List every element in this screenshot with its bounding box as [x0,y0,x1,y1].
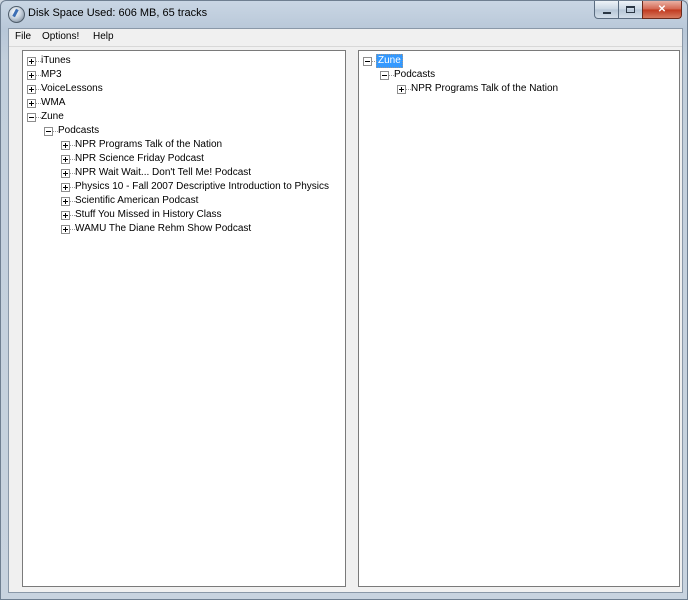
tree-node-label[interactable]: Zune [40,111,65,123]
tree-node-label[interactable]: Physics 10 - Fall 2007 Descriptive Intro… [74,181,330,193]
collapse-minus-icon[interactable] [363,57,372,66]
tree-node-label[interactable]: Podcasts [393,69,436,81]
collapse-minus-icon[interactable] [44,127,53,136]
collapse-minus-icon[interactable] [380,71,389,80]
minimize-icon [602,11,611,14]
expand-plus-icon[interactable] [61,169,70,178]
menu-help[interactable]: Help [93,31,114,42]
client-area: File Options! Help iTunes MP3 VoiceLesso… [8,28,683,593]
minimize-button[interactable] [594,1,619,19]
maximize-button[interactable] [618,1,643,19]
tree-node-label[interactable]: Stuff You Missed in History Class [74,209,223,221]
title-bar[interactable]: Disk Space Used: 606 MB, 65 tracks ✕ [1,1,687,27]
expand-plus-icon[interactable] [61,197,70,206]
left-tree-view[interactable]: iTunes MP3 VoiceLessons WMA Zune Podcast… [22,50,346,587]
tree-node-label[interactable]: NPR Programs Talk of the Nation [74,139,223,151]
expand-plus-icon[interactable] [397,85,406,94]
expand-plus-icon[interactable] [61,211,70,220]
tree-node-label[interactable]: Scientific American Podcast [74,195,199,207]
tree-node-label[interactable]: WAMU The Diane Rehm Show Podcast [74,223,252,235]
menu-bar: File Options! Help [9,29,682,47]
tree-node-label[interactable]: NPR Wait Wait... Don't Tell Me! Podcast [74,167,252,179]
app-window: Disk Space Used: 606 MB, 65 tracks ✕ Fil… [0,0,688,600]
expand-plus-icon[interactable] [27,85,36,94]
expand-plus-icon[interactable] [61,155,70,164]
tree-node-label-selected[interactable]: Zune [376,54,403,68]
expand-plus-icon[interactable] [27,71,36,80]
right-tree-view[interactable]: Zune Podcasts NPR Programs Talk of the N… [358,50,680,587]
tree-node-label[interactable]: NPR Programs Talk of the Nation [410,83,559,95]
expand-plus-icon[interactable] [61,141,70,150]
expand-plus-icon[interactable] [61,225,70,234]
maximize-icon [626,6,635,13]
tree-node-label[interactable]: iTunes [40,55,72,67]
window-title: Disk Space Used: 606 MB, 65 tracks [28,7,208,19]
tree-node-label[interactable]: VoiceLessons [40,83,104,95]
app-icon[interactable] [8,6,25,23]
expand-plus-icon[interactable] [27,99,36,108]
collapse-minus-icon[interactable] [27,113,36,122]
menu-file[interactable]: File [15,31,31,42]
expand-plus-icon[interactable] [27,57,36,66]
tree-node-label[interactable]: Podcasts [57,125,100,137]
close-button[interactable]: ✕ [642,1,682,19]
menu-options[interactable]: Options! [42,31,79,42]
close-icon: ✕ [657,4,667,15]
tree-node-label[interactable]: WMA [40,97,66,109]
expand-plus-icon[interactable] [61,183,70,192]
tree-node-label[interactable]: MP3 [40,69,63,81]
tree-node-label[interactable]: NPR Science Friday Podcast [74,153,205,165]
